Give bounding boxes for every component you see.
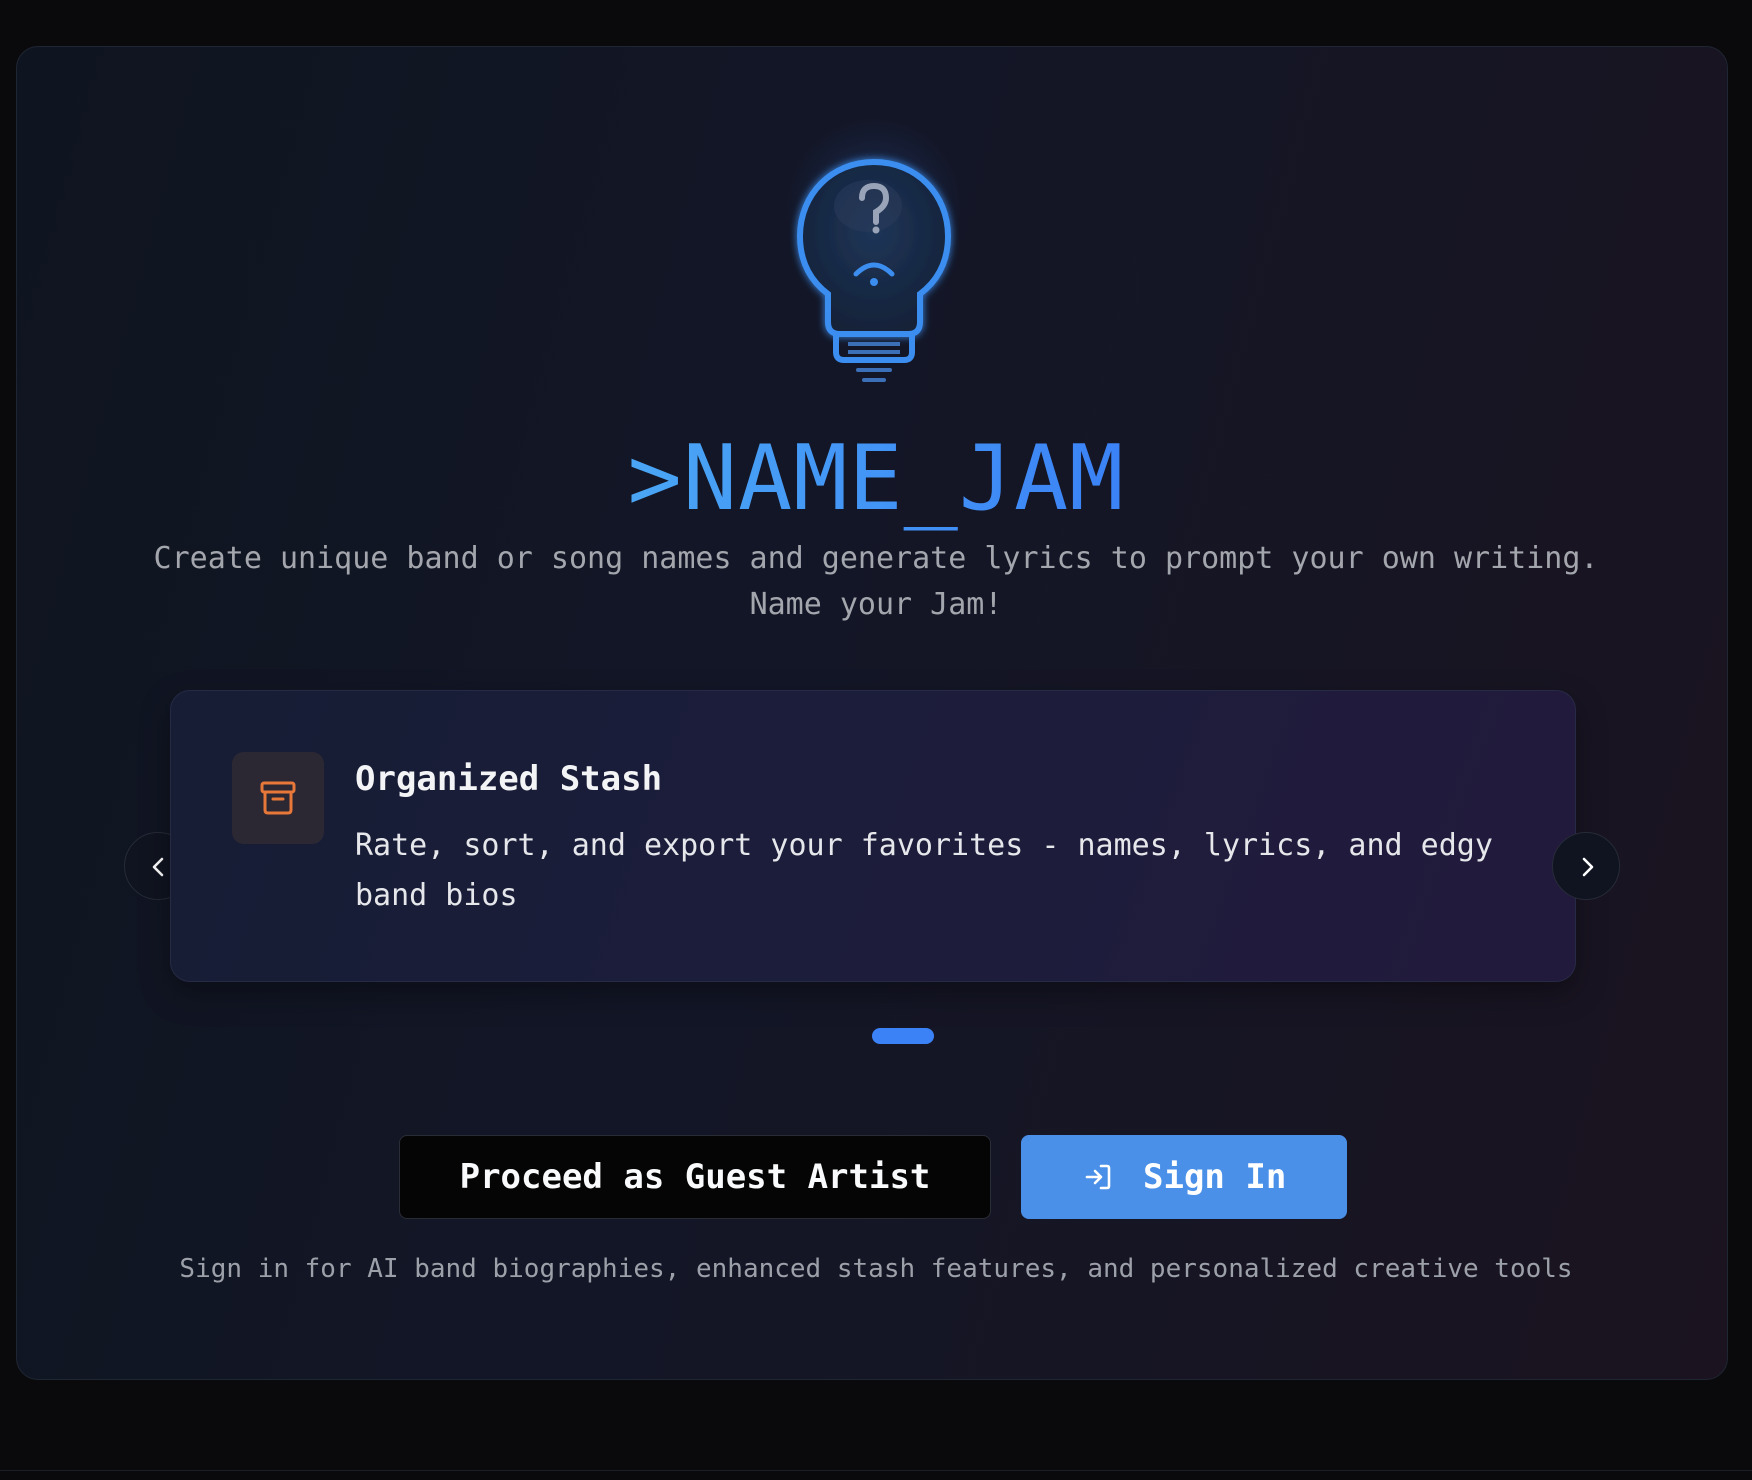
sign-in-label: Sign In [1143, 1157, 1287, 1197]
chevron-left-icon [152, 857, 164, 877]
carousel-pagination [872, 1028, 934, 1044]
carousel-next-button[interactable] [1552, 832, 1620, 900]
app-title: >NAME_JAM [0, 424, 1752, 534]
bottom-divider [0, 1470, 1752, 1471]
feature-description: Rate, sort, and export your favorites - … [355, 828, 1493, 913]
guest-artist-button[interactable]: Proceed as Guest Artist [399, 1135, 991, 1219]
app-title-text: >NAME_JAM [627, 426, 1125, 531]
feature-icon-container [232, 752, 324, 844]
feature-slide: Organized Stash Rate, sort, and export y… [170, 690, 1576, 982]
sign-in-benefits-note: Sign in for AI band biographies, enhance… [179, 1254, 1573, 1284]
carousel-dot-active[interactable] [872, 1028, 934, 1044]
feature-title: Organized Stash [355, 759, 663, 799]
page: >NAME_JAM Create unique band or song nam… [0, 0, 1752, 1480]
app-tagline: Create unique band or song names and gen… [153, 541, 1599, 622]
archive-box-icon [260, 781, 296, 815]
sign-in-arrow-icon [1085, 1164, 1111, 1190]
lightbulb-question-icon [772, 104, 976, 404]
chevron-right-icon [1582, 857, 1594, 877]
sign-in-button[interactable]: Sign In [1021, 1135, 1347, 1219]
